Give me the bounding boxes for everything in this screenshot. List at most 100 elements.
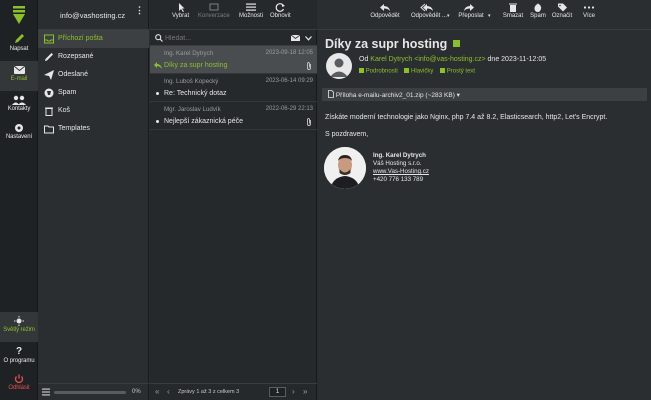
light-mode-label: Světlý režim [3, 327, 35, 333]
folder-label: Koš [58, 107, 71, 114]
mark-button[interactable]: Označit [551, 3, 573, 19]
list-toolbar: Vybrat Konverzace Možnosti Obnovit [150, 0, 317, 30]
last-page-icon[interactable]: » [303, 387, 307, 396]
options-button[interactable]: Možnosti [239, 3, 263, 19]
threads-button[interactable]: Konverzace [198, 3, 230, 19]
folder-sent[interactable]: Odeslané [38, 66, 149, 84]
from-address-link[interactable]: <info@vas-hosting.cz> [414, 56, 485, 63]
message-subject: Nejlepší zákaznická péče [164, 118, 243, 125]
spam-label: Spam [530, 13, 546, 19]
refresh-button[interactable]: Obnovit [270, 3, 291, 19]
list-item[interactable]: Mgr. Jaroslav Ludvík 2022-06-29 22:13 Ne… [150, 102, 317, 130]
list-item[interactable]: Ing. Karel Dytrych 2023-09-18 12:05 Díky… [150, 46, 317, 74]
search-icon [155, 34, 163, 42]
message-list-pane: Vybrat Konverzace Možnosti Obnovit Hleda… [150, 0, 317, 400]
headers-icon [404, 68, 410, 73]
envelope-filter-icon[interactable] [291, 35, 300, 41]
attachment-bar: Příloha e-mailu-archiv2_01.zip (~283 KB)… [322, 88, 647, 101]
folder-icon [44, 125, 54, 134]
delete-label: Smazat [502, 13, 524, 19]
prev-page-icon[interactable]: ‹ [167, 387, 170, 396]
folder-spam[interactable]: Spam [38, 84, 149, 102]
sun-icon [14, 316, 24, 326]
reply-icon [380, 4, 390, 11]
folder-trash[interactable]: Koš [38, 102, 149, 120]
folder-drafts[interactable]: Rozepsané [38, 48, 149, 66]
folder-label: Spam [58, 89, 77, 96]
folder-pane: info@vashosting.cz ⋮ Příchozí pošta Roze… [38, 0, 149, 400]
more-icon [583, 6, 595, 9]
file-icon [328, 90, 334, 98]
contacts-icon [12, 95, 26, 105]
light-mode-toggle[interactable]: Světlý režim [0, 312, 38, 342]
details-link[interactable]: Podrobnosti [366, 69, 398, 75]
pencil-icon [15, 34, 24, 43]
signature-website-link[interactable]: www.Vas-Hosting.cz [373, 168, 429, 176]
unread-dot [156, 120, 159, 123]
threads-label: Konverzace [198, 13, 230, 19]
headers-link[interactable]: Hlavičky [411, 69, 433, 75]
plain-text-icon [440, 68, 446, 73]
email-date: dne 2023-11-12:05 [487, 56, 547, 63]
forward-button[interactable]: Přeposlat [456, 3, 486, 19]
replied-icon [154, 62, 162, 69]
message-date: 2023-06-14 09:29 [265, 78, 313, 84]
reply-all-button[interactable]: Odpovědět ... [406, 3, 452, 19]
compose-label: Napsat [9, 46, 29, 52]
page-number-input[interactable]: 1 [269, 387, 286, 397]
list-item[interactable]: Ing. Luboš Kopecký 2023-06-14 09:29 Re: … [150, 74, 317, 102]
header-links: Podrobnosti Hlavičky Prostý text [359, 68, 475, 75]
signature-name: Ing. Karel Dytrych [373, 152, 426, 159]
folder-label: Odeslané [58, 71, 88, 78]
spam-button[interactable]: Spam [528, 3, 548, 19]
nav-contacts[interactable]: Kontakty [0, 92, 38, 120]
unread-dot [156, 92, 159, 95]
pencil-icon [45, 53, 53, 61]
more-label: Více [582, 13, 595, 19]
nav-settings[interactable]: Nastavení [0, 120, 38, 148]
select-button[interactable]: Vybrat [172, 3, 189, 19]
forward-dropdown-icon[interactable]: ▾ [488, 13, 491, 19]
folder-inbox[interactable]: Příchozí pošta [38, 30, 149, 48]
delete-button[interactable]: Smazat [501, 3, 525, 19]
compose-button[interactable]: Napsat [0, 30, 38, 60]
first-page-icon[interactable]: « [155, 387, 159, 396]
attachment-name: Příloha e-mailu-archiv2_01.zip (~283 KB) [335, 92, 455, 99]
reply-all-label: Odpovědět ... [410, 13, 448, 19]
more-button[interactable]: Více [580, 3, 598, 19]
from-name-link[interactable]: Karel Dytrych [370, 56, 412, 63]
subject-text: Díky za supr hosting [325, 37, 448, 51]
sender-line: Od Karel Dytrych <info@vas-hosting.cz> d… [359, 56, 546, 63]
edit-icon[interactable] [452, 40, 460, 47]
reply-button[interactable]: Odpovědět [368, 3, 402, 19]
next-page-icon[interactable]: › [292, 387, 295, 396]
menu-icon[interactable] [42, 388, 50, 396]
details-icon [359, 68, 364, 73]
signature-company: Váš Hosting s.r.o. [373, 160, 422, 167]
pagination-bar: « ‹ Zprávy 1 až 3 z celkem 3 1 › » [150, 383, 317, 400]
signature-phone: +420 776 133 789 [373, 176, 424, 183]
chevron-down-icon[interactable] [305, 36, 312, 41]
attachment-dropdown-icon[interactable]: ▾ [457, 92, 460, 99]
about-button[interactable]: ? O programu [0, 346, 38, 370]
message-subject: Re: Technický dotaz [164, 90, 227, 97]
search-input[interactable] [165, 32, 285, 44]
account-email: info@vashosting.cz [60, 11, 126, 20]
power-icon [14, 374, 24, 384]
reply-label: Odpovědět [370, 13, 400, 19]
avatar-placeholder-icon [330, 58, 348, 77]
paperclip-icon [307, 118, 311, 126]
plain-text-link[interactable]: Prostý text [447, 69, 475, 75]
email-greeting: S pozdravem, [325, 131, 369, 138]
account-header: info@vashosting.cz ⋮ [38, 0, 149, 30]
attachment-item[interactable]: Příloha e-mailu-archiv2_01.zip (~283 KB)… [328, 90, 460, 99]
search-bar [150, 30, 317, 46]
refresh-label: Obnovit [270, 13, 291, 19]
account-menu-icon[interactable]: ⋮ [135, 6, 144, 15]
nav-email[interactable]: E-mail [0, 61, 38, 91]
folder-templates[interactable]: Templates [38, 120, 149, 138]
email-label: E-mail [10, 76, 28, 82]
reply-all-dropdown-icon[interactable]: ▾ [447, 13, 450, 19]
pagination-text: Zprávy 1 až 3 z celkem 3 [178, 389, 240, 395]
logout-button[interactable]: Odhlásit [0, 374, 38, 398]
